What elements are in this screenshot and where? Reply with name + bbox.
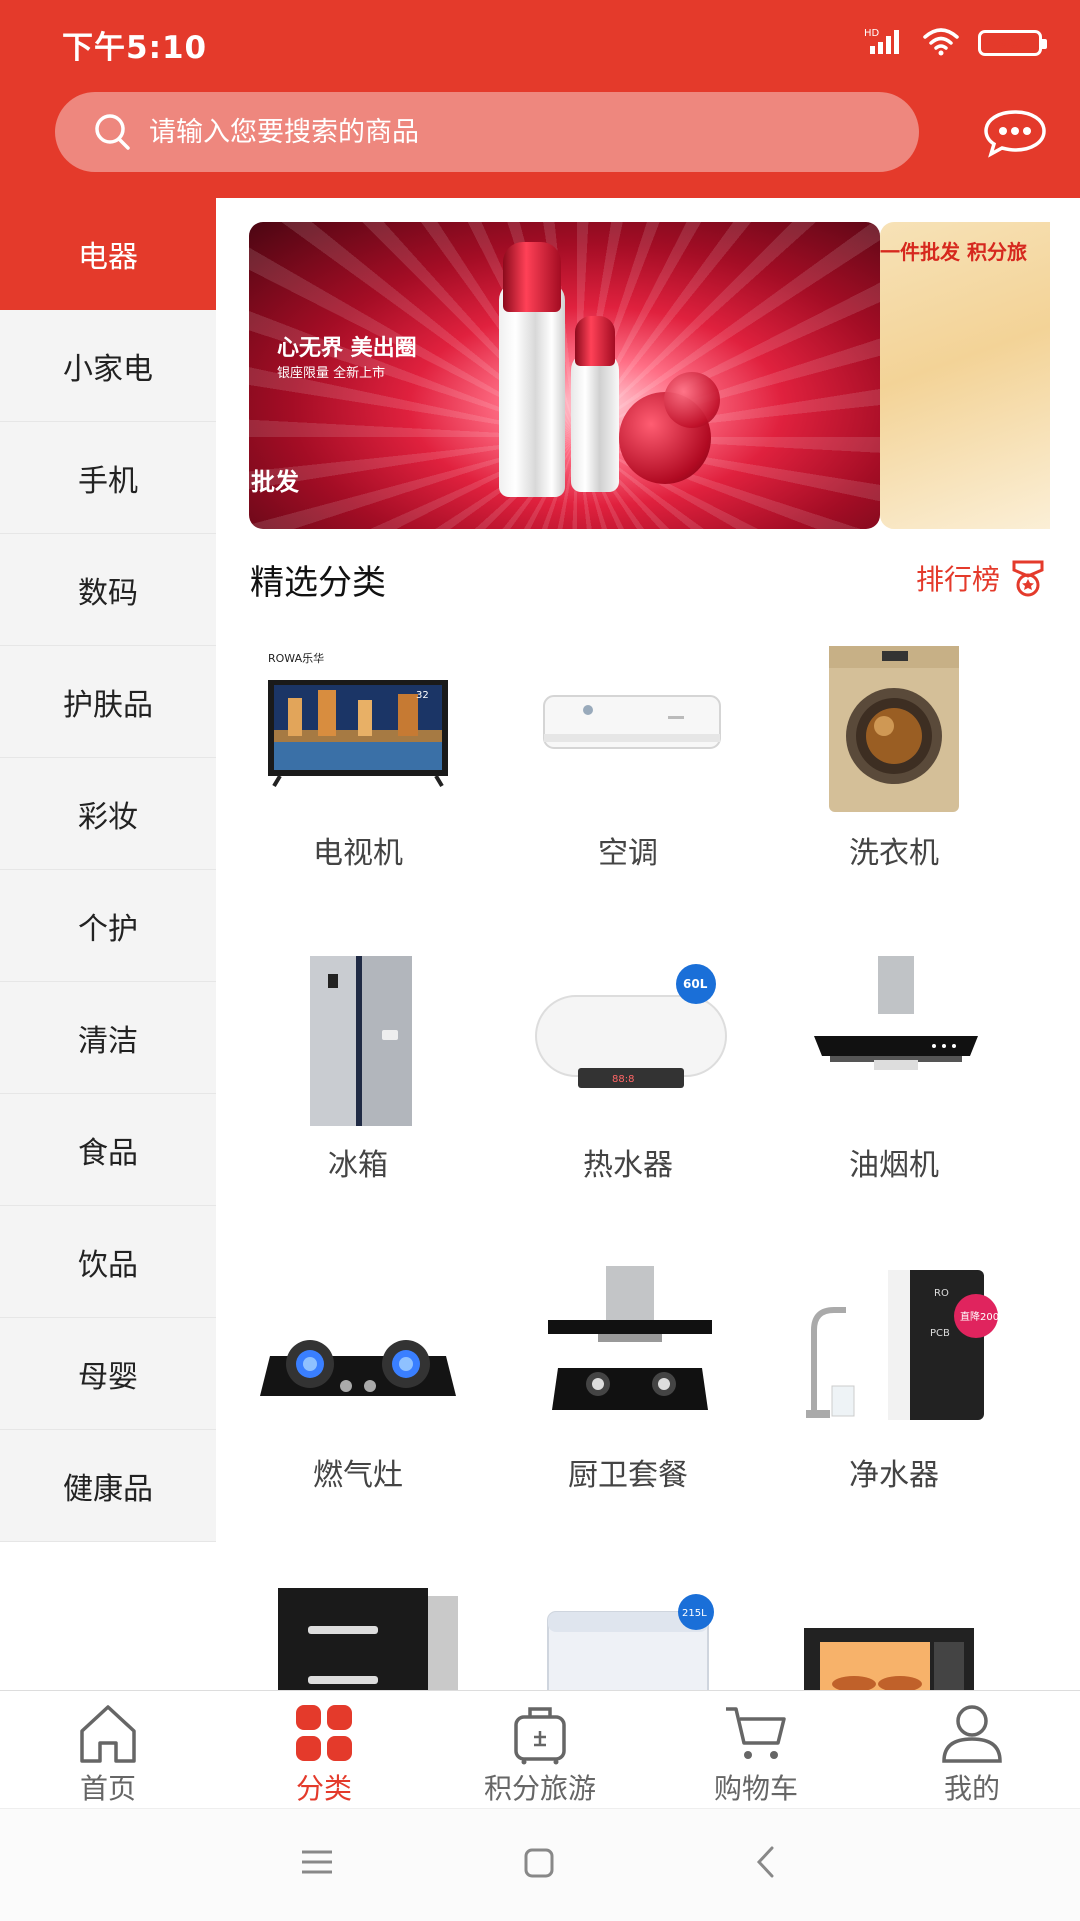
product-badge: 直降200 [960,1310,999,1323]
ranking-link[interactable]: 排行榜 [916,558,1048,598]
nav-label: 购物车 [713,1772,798,1805]
status-bar: 下午5:10 HD 95 [0,0,1080,82]
battery-level: 95 [998,33,1022,53]
refrigerator-icon [310,956,412,1126]
svg-text:RO: RO [934,1288,949,1299]
category-label: 厨卫套餐 [568,1458,688,1493]
signal-icon: HD [864,26,904,60]
app-header: 下午5:10 HD 95 请输入您要搜索的商品 [0,0,1080,198]
nav-item[interactable]: 分类 [216,1691,432,1809]
medal-icon [1012,560,1044,597]
category-card[interactable]: 冰箱 [226,932,490,1183]
sidebar-item[interactable]: 个护 [0,870,216,982]
category-card[interactable]: 空调 [496,620,760,871]
sidebar-item[interactable]: 小家电 [0,310,216,422]
product-badge: 60L [683,977,708,991]
category-label: 净水器 [849,1458,939,1493]
kitchen-set-icon [548,1266,712,1410]
ranking-label: 排行榜 [915,563,1000,596]
message-button[interactable] [982,108,1048,158]
svg-text:PCB: PCB [930,1328,950,1339]
category-card[interactable]: RO PCB 直降200 净水器 [762,1242,1026,1493]
nav-item[interactable]: 我的 [864,1691,1080,1809]
product-badge: 32 [416,690,429,701]
banner-subtitle: 银座限量 全新上市 [277,366,386,381]
system-navigation-bar [0,1808,1080,1921]
next-banner-peek[interactable]: 一件批发 积分旅 [880,222,1050,529]
category-label: 空调 [598,836,658,871]
category-icon [296,1705,352,1761]
back-icon[interactable] [754,1845,776,1879]
category-label: 油烟机 [849,1148,939,1183]
nav-label: 分类 [295,1772,352,1805]
category-sidebar: 电器 小家电 手机 数码 护肤品 彩妆 个护 清洁 食品 饮品 母婴 健康品 [0,198,216,1542]
category-label: 洗衣机 [849,836,939,871]
nav-item[interactable]: 首页 [0,1691,216,1809]
product-badge: 215L [682,1608,707,1619]
category-card[interactable]: 厨卫套餐 [496,1242,760,1493]
search-icon [95,114,130,150]
cart-icon [726,1707,786,1759]
product-disc-small [664,372,720,428]
sidebar-item[interactable]: 数码 [0,534,216,646]
message-icon [984,110,1046,158]
category-label: 电视机 [313,836,403,871]
battery-icon: 95 [978,30,1047,56]
product-bottle-large [499,242,565,497]
sidebar-item[interactable]: 饮品 [0,1206,216,1318]
tv-icon: 32 ROWA乐华 [268,651,448,788]
washing-machine-icon [829,646,959,812]
sidebar-item[interactable]: 护肤品 [0,646,216,758]
svg-text:88:8: 88:8 [612,1074,634,1085]
range-hood-icon [814,956,978,1070]
sidebar-item[interactable]: 食品 [0,1094,216,1206]
nav-label: 首页 [79,1772,136,1805]
air-conditioner-icon [543,695,721,749]
profile-icon [942,1705,1002,1763]
sidebar-item[interactable]: 彩妆 [0,758,216,870]
home-icon [80,1705,136,1763]
status-icons: HD 95 [864,26,1047,60]
banner-tag: 批发 [251,468,299,496]
category-label: 冰箱 [328,1148,388,1183]
promo-banner[interactable]: 心无界 美出圈 银座限量 全新上市 批发 [249,222,880,529]
sidebar-item[interactable]: 母婴 [0,1318,216,1430]
category-card[interactable]: 88:8 60L 热水器 [496,932,760,1183]
category-card[interactable]: 燃气灶 [226,1242,490,1493]
category-card[interactable]: 油烟机 [762,932,1026,1183]
sidebar-item[interactable]: 手机 [0,422,216,534]
bottom-navigation: 首页 分类 积分旅游 购物车 我的 [0,1690,1080,1809]
banner-peek-text: 一件批发 积分旅 [880,240,1027,264]
gas-stove-icon [260,1340,456,1396]
luggage-icon [514,1707,566,1765]
menu-icon[interactable] [300,1847,334,1877]
nav-item[interactable]: 购物车 [648,1691,864,1809]
sidebar-item[interactable]: 清洁 [0,982,216,1094]
nav-label: 积分旅游 [483,1772,596,1805]
search-input[interactable] [147,115,919,149]
section-title: 精选分类 [250,563,386,603]
nav-item[interactable]: 积分旅游 [432,1691,648,1809]
sidebar-item[interactable]: 电器 [0,198,216,310]
water-purifier-icon: RO PCB 直降200 [806,1270,999,1420]
water-heater-icon: 88:8 60L [535,964,727,1088]
banner-slogan: 心无界 美出圈 [277,336,417,361]
home-square-icon[interactable] [523,1847,555,1879]
category-card[interactable]: 洗衣机 [762,620,1026,871]
category-card[interactable]: 32 ROWA乐华电视机 [226,620,490,871]
brand-logo-text: ROWA乐华 [268,651,324,665]
product-bottle-small [571,316,619,492]
wifi-icon [922,26,960,60]
status-time: 下午5:10 [62,30,208,66]
nav-label: 我的 [943,1772,1000,1805]
category-label: 燃气灶 [313,1458,403,1493]
sidebar-item[interactable]: 健康品 [0,1430,216,1542]
category-label: 热水器 [583,1148,673,1183]
network-type: HD [864,28,880,39]
search-bar[interactable] [55,92,919,172]
